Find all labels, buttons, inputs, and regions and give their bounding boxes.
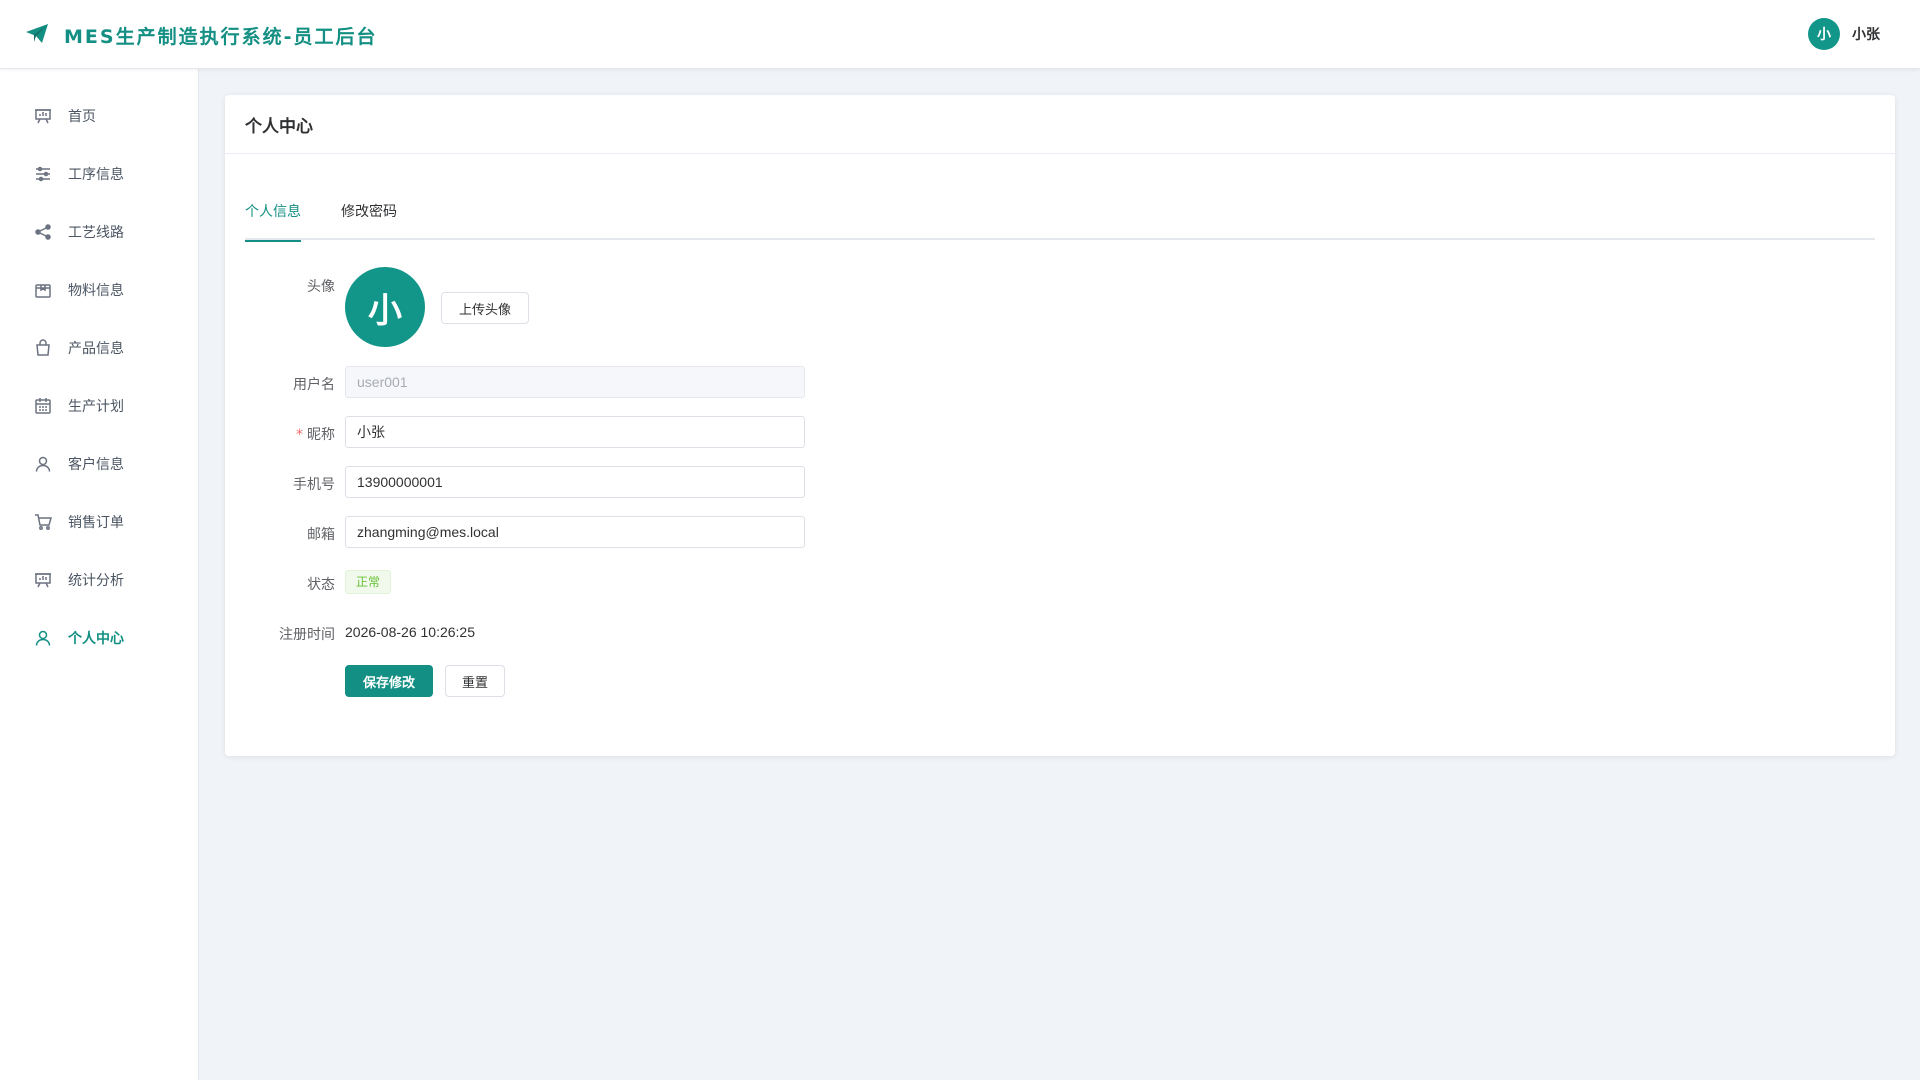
profile-card: 个人中心 个人信息 修改密码 头像 小 上传头像 用户名 *昵称 手机号 邮箱 … [225,95,1895,756]
phone-field[interactable] [345,466,805,498]
status-badge: 正常 [345,570,392,594]
sidebar-item-process-info[interactable]: 工序信息 [0,150,198,198]
user-menu[interactable]: 小 小张 [1808,18,1880,50]
tab-personal-info[interactable]: 个人信息 [245,200,301,242]
calendar-icon [34,397,52,415]
sidebar-item-label: 首页 [68,109,96,125]
app-title: MES生产制造执行系统-员工后台 [64,26,378,48]
email-field[interactable] [345,516,805,548]
sidebar-item-home[interactable]: 首页 [0,92,198,140]
tab-change-password[interactable]: 修改密码 [341,200,397,240]
sidebar-item-label: 统计分析 [68,573,124,589]
shopping-bag-icon [34,339,52,357]
paper-plane-icon [25,22,49,46]
username-label: 用户名 [293,377,335,393]
sidebar-item-label: 个人中心 [68,631,124,647]
register-time-label: 注册时间 [279,627,335,643]
save-button[interactable]: 保存修改 [345,665,433,697]
status-label: 状态 [307,577,335,593]
share-nodes-icon [34,223,52,241]
sidebar-item-label: 工序信息 [68,167,124,183]
upload-avatar-button[interactable]: 上传头像 [441,292,529,324]
sidebar-item-production-plan[interactable]: 生产计划 [0,382,198,430]
box-icon [34,281,52,299]
sidebar-item-process-route[interactable]: 工艺线路 [0,208,198,256]
phone-label: 手机号 [293,477,335,493]
sidebar: 首页 工序信息 工艺线路 物料信息 产品信息 生产计划 客户信息 销售订单 统计… [0,69,199,1080]
card-header: 个人中心 [225,95,1895,154]
sidebar-item-personal-center[interactable]: 个人中心 [0,614,198,662]
nickname-field[interactable] [345,416,805,448]
email-label: 邮箱 [307,527,335,543]
required-mark: * [296,427,303,443]
sidebar-item-label: 销售订单 [68,515,124,531]
user-icon [34,629,52,647]
avatar-label: 头像 [307,279,335,295]
avatar: 小 [345,267,425,347]
sidebar-item-statistics[interactable]: 统计分析 [0,556,198,604]
presentation-board-icon [34,571,52,589]
sidebar-item-label: 工艺线路 [68,225,124,241]
sidebar-item-product-info[interactable]: 产品信息 [0,324,198,372]
sliders-icon [34,165,52,183]
sidebar-item-material-info[interactable]: 物料信息 [0,266,198,314]
register-time-value: 2026-08-26 10:26:25 [345,624,475,640]
presentation-board-icon [34,107,52,125]
user-icon [34,455,52,473]
profile-tabs: 个人信息 修改密码 [245,200,1875,242]
username-field [345,366,805,398]
top-header: MES生产制造执行系统-员工后台 小 小张 [0,0,1920,69]
page-title: 个人中心 [245,116,313,137]
sidebar-item-label: 物料信息 [68,283,124,299]
sidebar-item-label: 生产计划 [68,399,124,415]
sidebar-item-sales-order[interactable]: 销售订单 [0,498,198,546]
sidebar-item-label: 产品信息 [68,341,124,357]
reset-button[interactable]: 重置 [445,665,505,697]
sidebar-item-customer-info[interactable]: 客户信息 [0,440,198,488]
user-name[interactable]: 小张 [1852,24,1880,44]
cart-icon [34,513,52,531]
nickname-label: * 昵称 [296,427,335,443]
avatar[interactable]: 小 [1808,18,1840,50]
sidebar-item-label: 客户信息 [68,457,124,473]
